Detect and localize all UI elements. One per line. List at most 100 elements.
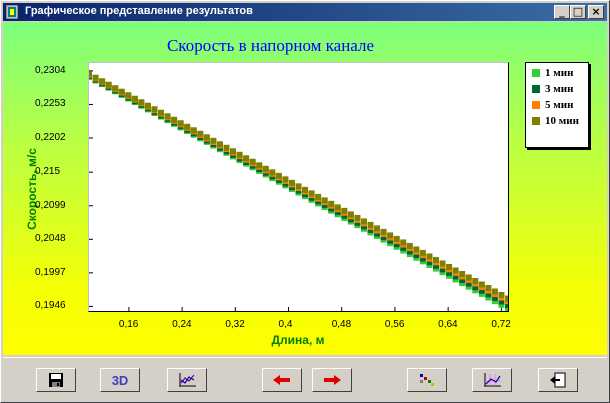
exit-button[interactable] bbox=[538, 368, 578, 392]
legend-swatch-5min bbox=[532, 101, 540, 110]
legend-label-3min: 3 мин bbox=[545, 83, 574, 95]
title-bar[interactable]: Графическое представление результатов _ … bbox=[3, 3, 607, 21]
legend-swatch-10min bbox=[532, 117, 540, 126]
legend-swatch-3min bbox=[532, 85, 540, 94]
scatter-plot bbox=[89, 70, 508, 311]
scatter-points-icon bbox=[420, 374, 434, 386]
data-point bbox=[426, 253, 433, 260]
minimize-button[interactable]: _ bbox=[554, 5, 570, 19]
3d-icon: 3D bbox=[111, 372, 129, 388]
data-point bbox=[472, 277, 479, 284]
y-tick-label: 0,2253 bbox=[35, 98, 66, 110]
data-point bbox=[197, 130, 204, 137]
save-button[interactable] bbox=[36, 368, 76, 392]
data-point bbox=[446, 263, 453, 270]
data-point bbox=[315, 193, 322, 200]
markers-button[interactable] bbox=[407, 368, 447, 392]
data-point bbox=[328, 200, 335, 207]
data-point bbox=[347, 211, 354, 218]
data-point bbox=[498, 291, 505, 298]
x-tick-label: 0,64 bbox=[438, 319, 458, 330]
data-point bbox=[380, 228, 387, 235]
data-point bbox=[118, 88, 125, 95]
x-tick-label: 0,48 bbox=[331, 319, 352, 330]
maximize-button[interactable]: □ bbox=[570, 5, 586, 19]
data-point bbox=[151, 106, 158, 113]
data-point bbox=[230, 148, 237, 155]
data-point bbox=[89, 71, 92, 78]
3d-view-button[interactable]: 3D bbox=[100, 368, 140, 392]
data-point bbox=[171, 116, 178, 123]
data-point bbox=[99, 78, 106, 85]
data-point bbox=[321, 197, 328, 204]
y-tick-label: 0,2048 bbox=[35, 233, 66, 245]
arrow-left-icon bbox=[273, 375, 290, 385]
data-point bbox=[256, 162, 263, 169]
data-point bbox=[275, 172, 282, 179]
y-tick-label: 0,1946 bbox=[35, 300, 66, 312]
data-point bbox=[485, 284, 492, 291]
legend-item-10min: 10 мин bbox=[532, 115, 579, 129]
x-tick-label: 0,4 bbox=[278, 319, 293, 330]
data-point bbox=[491, 288, 498, 295]
previous-button[interactable] bbox=[262, 368, 302, 392]
chart-view-button[interactable] bbox=[167, 368, 207, 392]
data-point bbox=[439, 260, 446, 267]
data-point bbox=[243, 155, 250, 162]
app-icon bbox=[6, 5, 18, 19]
floppy-disk-icon bbox=[49, 373, 63, 387]
legend-label-1min: 1 мин bbox=[545, 67, 574, 79]
y-tick-label: 0,2202 bbox=[35, 131, 66, 143]
legend-label-10min: 10 мин bbox=[545, 115, 579, 127]
legend-item-3min: 3 мин bbox=[532, 83, 573, 97]
data-point bbox=[190, 127, 197, 134]
window-title: Графическое представление результатов bbox=[25, 5, 253, 17]
data-point bbox=[144, 102, 151, 109]
data-point bbox=[367, 221, 374, 228]
data-point bbox=[334, 204, 341, 211]
x-tick-label: 0,56 bbox=[384, 319, 405, 330]
data-point bbox=[432, 256, 439, 263]
data-point bbox=[282, 176, 289, 183]
data-point bbox=[413, 246, 420, 253]
data-point bbox=[459, 270, 466, 277]
data-point bbox=[138, 99, 145, 106]
data-point bbox=[308, 190, 315, 197]
chart-panel: Скорость в напорном канале Скорость, м/с… bbox=[3, 22, 607, 355]
data-point bbox=[158, 109, 165, 116]
data-point bbox=[249, 158, 256, 165]
data-point bbox=[452, 267, 459, 274]
data-point bbox=[177, 120, 184, 127]
results-window: Графическое представление результатов _ … bbox=[0, 0, 610, 403]
x-tick-label: 0,32 bbox=[225, 319, 245, 330]
grid-chart-button[interactable] bbox=[472, 368, 512, 392]
data-point bbox=[406, 242, 413, 249]
line-chart-icon bbox=[179, 373, 196, 387]
legend-item-5min: 5 мин bbox=[532, 99, 573, 113]
data-point bbox=[210, 137, 217, 144]
data-point bbox=[400, 239, 407, 246]
data-point bbox=[164, 113, 171, 120]
data-point bbox=[203, 134, 210, 141]
y-tick-label: 0,1997 bbox=[35, 266, 66, 278]
close-button[interactable]: × bbox=[588, 5, 604, 19]
data-point bbox=[393, 235, 400, 242]
data-point bbox=[374, 225, 381, 232]
data-point bbox=[341, 207, 348, 214]
data-point bbox=[184, 123, 191, 130]
data-point bbox=[465, 274, 472, 281]
legend-label-5min: 5 мин bbox=[545, 99, 574, 111]
toolbar: 3D bbox=[3, 357, 607, 401]
data-point bbox=[269, 169, 276, 176]
data-point bbox=[262, 165, 269, 172]
legend-item-1min: 1 мин bbox=[532, 67, 573, 81]
legend-swatch-1min bbox=[532, 69, 540, 78]
next-button[interactable] bbox=[312, 368, 352, 392]
x-tick-label: 0,72 bbox=[491, 319, 511, 330]
y-tick-label: 0,2304 bbox=[35, 64, 66, 76]
data-point bbox=[112, 85, 119, 92]
data-point bbox=[105, 81, 112, 88]
data-point bbox=[478, 281, 485, 288]
data-point bbox=[354, 214, 361, 221]
data-point bbox=[125, 92, 132, 99]
